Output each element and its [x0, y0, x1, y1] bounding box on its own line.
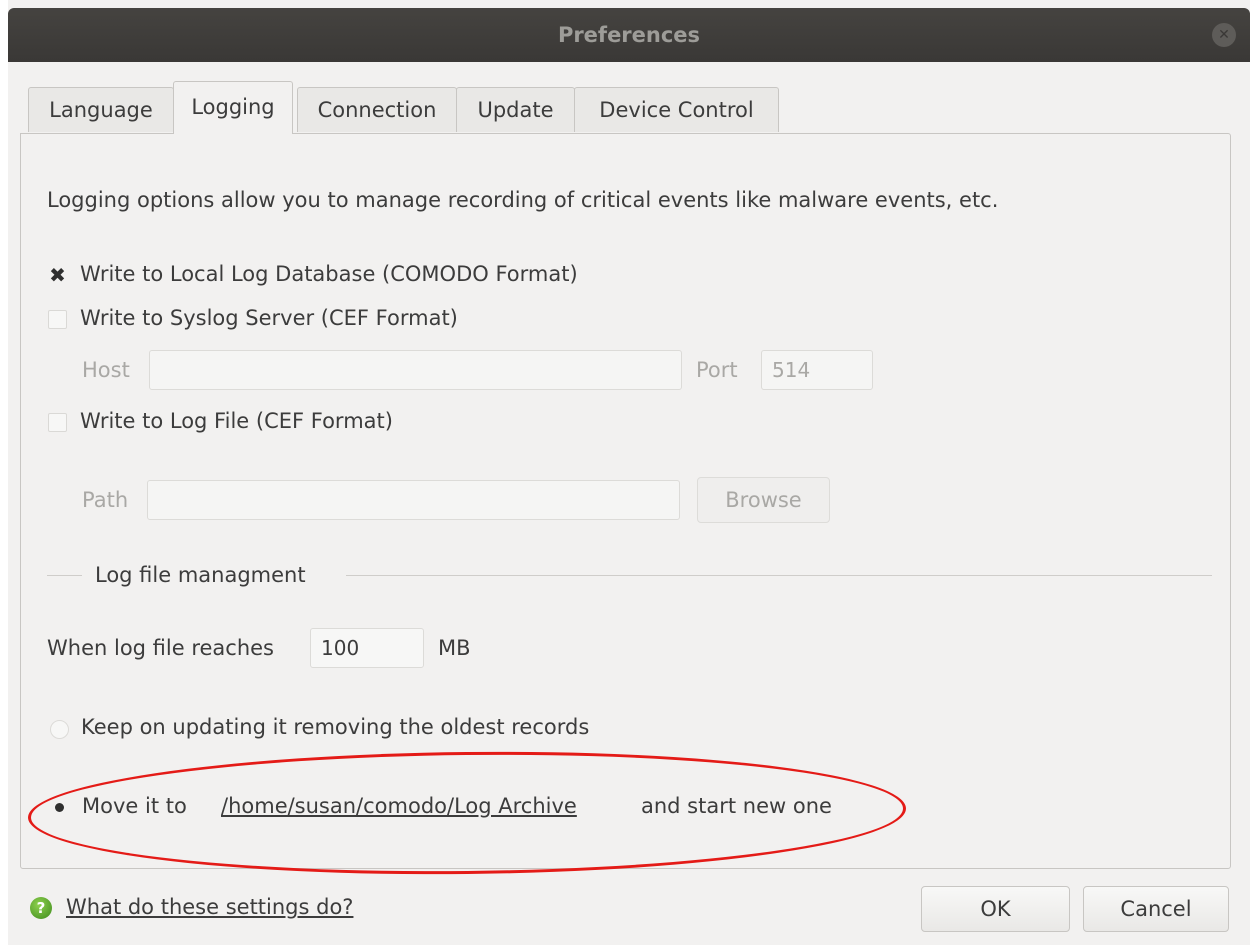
syslog-label[interactable]: Write to Syslog Server (CEF Format)	[80, 306, 458, 330]
browse-button[interactable]: Browse	[697, 477, 830, 523]
local-db-label[interactable]: Write to Local Log Database (COMODO Form…	[80, 262, 578, 286]
logfile-label[interactable]: Write to Log File (CEF Format)	[80, 409, 393, 433]
port-input[interactable]: 514	[761, 350, 873, 390]
tab-device-control[interactable]: Device Control	[574, 87, 779, 132]
close-icon[interactable]: ✕	[1212, 23, 1236, 47]
logfile-checkbox[interactable]	[48, 413, 67, 432]
size-input[interactable]: 100	[310, 628, 424, 668]
keep-updating-radio[interactable]	[50, 720, 69, 739]
ok-button[interactable]: OK	[921, 886, 1070, 932]
archive-path-link[interactable]: /home/susan/comodo/Log Archive	[221, 794, 577, 818]
move-prefix-label[interactable]: Move it to	[82, 794, 187, 818]
help-link[interactable]: What do these settings do?	[66, 895, 353, 919]
host-label: Host	[82, 358, 130, 382]
section-title: Log file managment	[95, 563, 306, 587]
window-title: Preferences	[557, 23, 701, 47]
logging-description: Logging options allow you to manage reco…	[47, 188, 999, 212]
tab-update[interactable]: Update	[456, 87, 575, 132]
size-unit: MB	[438, 636, 471, 660]
section-divider-left	[47, 575, 82, 576]
syslog-checkbox[interactable]	[48, 310, 67, 329]
host-input[interactable]	[149, 350, 682, 390]
keep-updating-label[interactable]: Keep on updating it removing the oldest …	[81, 715, 589, 739]
local-db-checkbox[interactable]: ✖	[48, 265, 67, 285]
size-label: When log file reaches	[47, 636, 275, 660]
tab-connection[interactable]: Connection	[297, 87, 457, 132]
move-suffix-label[interactable]: and start new one	[641, 794, 832, 818]
path-input[interactable]	[147, 480, 680, 520]
path-label: Path	[82, 488, 129, 512]
tab-language[interactable]: Language	[28, 87, 174, 132]
title-bar: Preferences ✕	[8, 8, 1250, 62]
port-label: Port	[696, 358, 738, 382]
section-divider-right	[346, 575, 1212, 576]
tab-logging[interactable]: Logging	[173, 81, 293, 134]
cancel-button[interactable]: Cancel	[1083, 886, 1229, 932]
help-icon: ?	[30, 897, 52, 919]
move-archive-radio[interactable]	[50, 798, 69, 817]
